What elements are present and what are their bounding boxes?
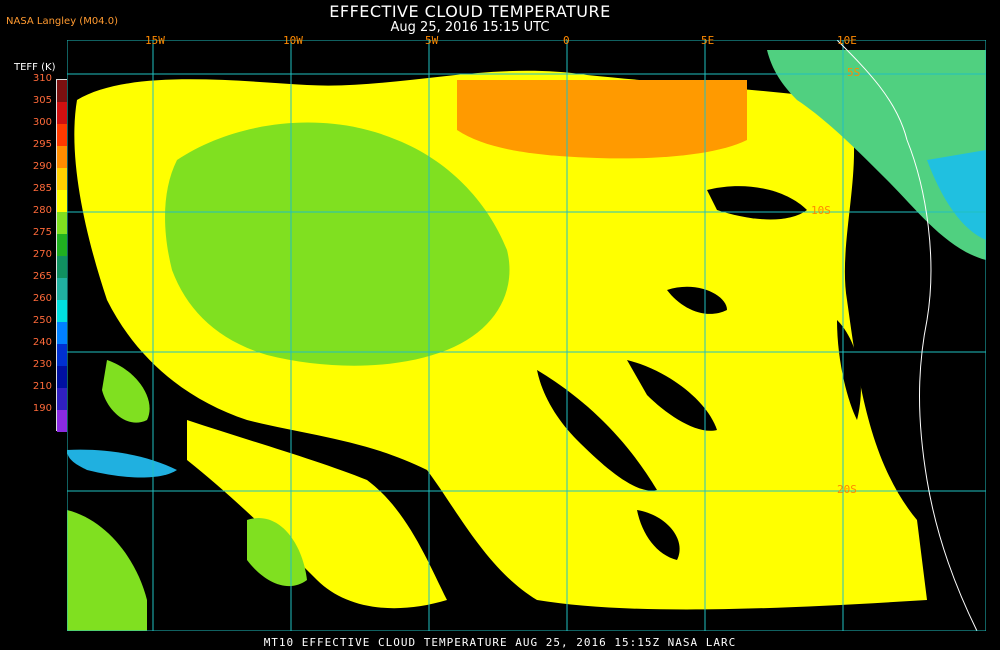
- lat-label: 5S: [847, 66, 861, 79]
- legend-tick-label: 310: [32, 73, 52, 84]
- legend-tick-label: 270: [32, 249, 52, 260]
- lon-label: 15W: [145, 34, 165, 47]
- legend-tick-label: 285: [32, 183, 52, 194]
- legend-tick-label: 280: [32, 205, 52, 216]
- legend-tick-label: 275: [32, 227, 52, 238]
- lon-label: 5W: [425, 34, 439, 47]
- lon-label: 10W: [283, 34, 303, 47]
- legend-tick-label: 265: [32, 271, 52, 282]
- legend-tick-label: 190: [32, 403, 52, 414]
- map-image: [67, 40, 986, 631]
- map-title: EFFECTIVE CLOUD TEMPERATURE: [329, 2, 611, 21]
- footer-caption: MT10 EFFECTIVE CLOUD TEMPERATURE AUG 25,…: [263, 636, 737, 649]
- legend-tick-label: 240: [32, 337, 52, 348]
- legend-tick-label: 290: [32, 161, 52, 172]
- lon-label: 10E: [837, 34, 857, 47]
- legend-tick-label: 295: [32, 139, 52, 150]
- lat-label: 20S: [837, 483, 857, 496]
- legend-tick-label: 210: [32, 381, 52, 392]
- legend-tick-label: 250: [32, 315, 52, 326]
- lon-label: 5E: [701, 34, 715, 47]
- legend-title: TEFF (K): [14, 62, 56, 73]
- lon-label: 0: [563, 34, 570, 47]
- legend-tick-label: 260: [32, 293, 52, 304]
- lat-label: 10S: [811, 204, 831, 217]
- legend-tick-label: 230: [32, 359, 52, 370]
- cloud-temperature-map: 15W 10W 5W 0 5E 10E 5S 10S 20S: [67, 34, 986, 631]
- legend-tick-label: 305: [32, 95, 52, 106]
- legend-tick-label: 300: [32, 117, 52, 128]
- map-timestamp: Aug 25, 2016 15:15 UTC: [390, 20, 550, 35]
